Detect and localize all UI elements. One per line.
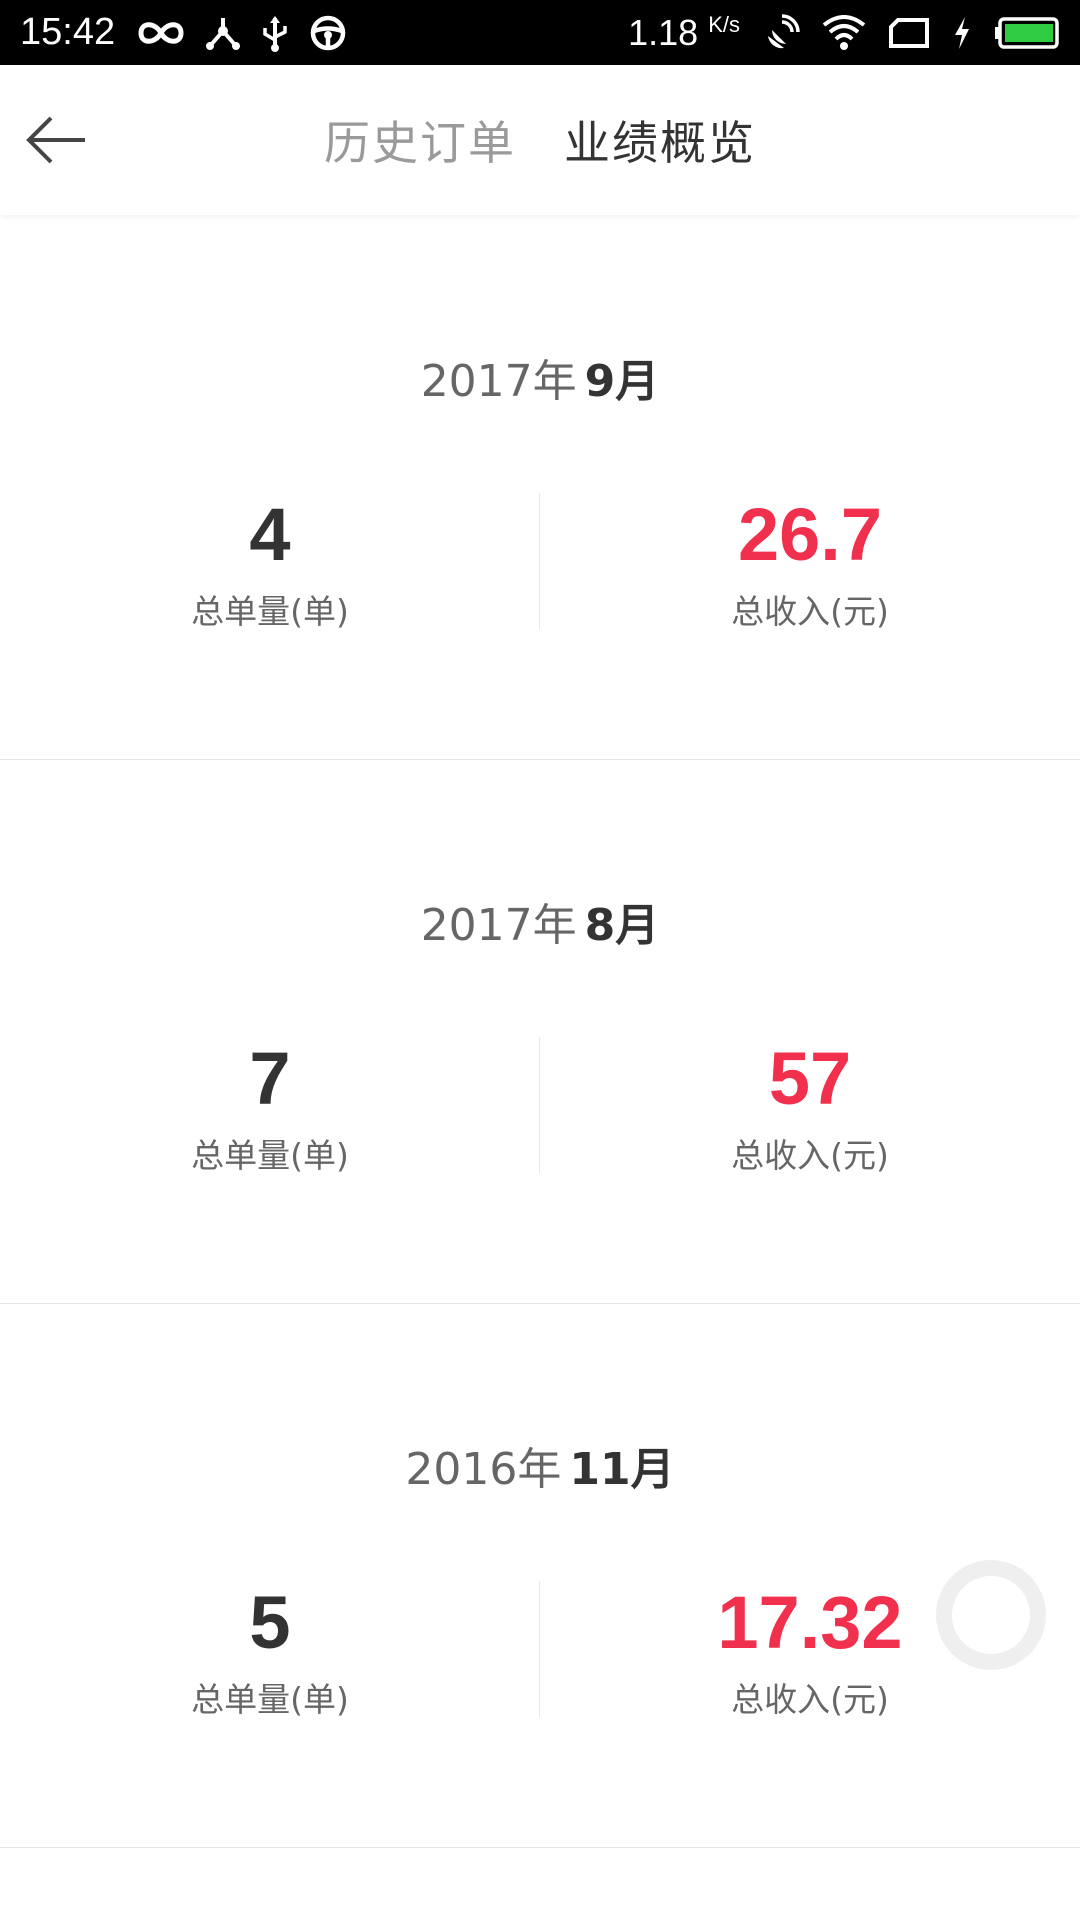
steering-wheel-icon	[309, 14, 347, 52]
month-summary-card: 2017年 9月 4 总单量(单) 26.7 总收入(元)	[0, 215, 1080, 760]
tab-performance-overview[interactable]: 业绩概览	[564, 107, 756, 173]
loading-spinner-icon	[936, 1560, 1046, 1670]
order-count-stat: 5 总单量(单)	[0, 1573, 540, 1725]
month-heading: 2017年 9月	[420, 356, 660, 407]
order-count-stat: 4 总单量(单)	[0, 485, 540, 637]
income-label: 总收入(元)	[731, 1680, 889, 1719]
status-time: 15:42	[20, 11, 116, 53]
status-bar: 15:42 1.18 K/s	[0, 0, 1080, 65]
top-nav-header: 历史订单 业绩概览	[0, 65, 1080, 215]
usb-icon	[261, 14, 289, 52]
charging-icon	[952, 16, 972, 50]
order-count-value: 7	[249, 1037, 291, 1120]
order-count-value: 5	[249, 1581, 291, 1664]
wifi-icon	[822, 14, 866, 51]
income-stat: 26.7 总收入(元)	[540, 485, 1080, 637]
battery-icon	[994, 16, 1060, 50]
network-speed: 1.18 K/s	[628, 11, 740, 53]
order-count-label: 总单量(单)	[191, 592, 349, 631]
order-count-value: 4	[249, 493, 291, 576]
income-value: 26.7	[737, 493, 883, 576]
month-summary-card: 2016年 11月 5 总单量(单) 17.32 总收入(元)	[0, 1303, 1080, 1848]
tab-bar: 历史订单 业绩概览	[0, 65, 1080, 215]
status-system-icons: 1.18 K/s	[628, 12, 1060, 54]
tab-order-history[interactable]: 历史订单	[324, 107, 516, 173]
month-summary-card: 2017年 8月 7 总单量(单) 57 总收入(元)	[0, 759, 1080, 1304]
stats-row: 5 总单量(单) 17.32 总收入(元)	[0, 1573, 1080, 1733]
income-label: 总收入(元)	[731, 592, 889, 631]
stats-row: 7 总单量(单) 57 总收入(元)	[0, 1029, 1080, 1189]
sim-card-icon	[888, 17, 930, 49]
order-count-label: 总单量(单)	[191, 1680, 349, 1719]
month-heading: 2016年 11月	[405, 1444, 675, 1495]
infinity-icon	[137, 18, 185, 48]
income-label: 总收入(元)	[731, 1136, 889, 1175]
income-stat: 57 总收入(元)	[540, 1029, 1080, 1181]
month-heading: 2017年 8月	[420, 900, 660, 951]
status-notification-icons	[137, 14, 347, 52]
stats-row: 4 总单量(单) 26.7 总收入(元)	[0, 485, 1080, 645]
order-count-stat: 7 总单量(单)	[0, 1029, 540, 1181]
income-value: 57	[768, 1037, 852, 1120]
satellite-icon	[762, 13, 800, 52]
order-count-label: 总单量(单)	[191, 1136, 349, 1175]
share-hub-icon	[205, 15, 241, 51]
